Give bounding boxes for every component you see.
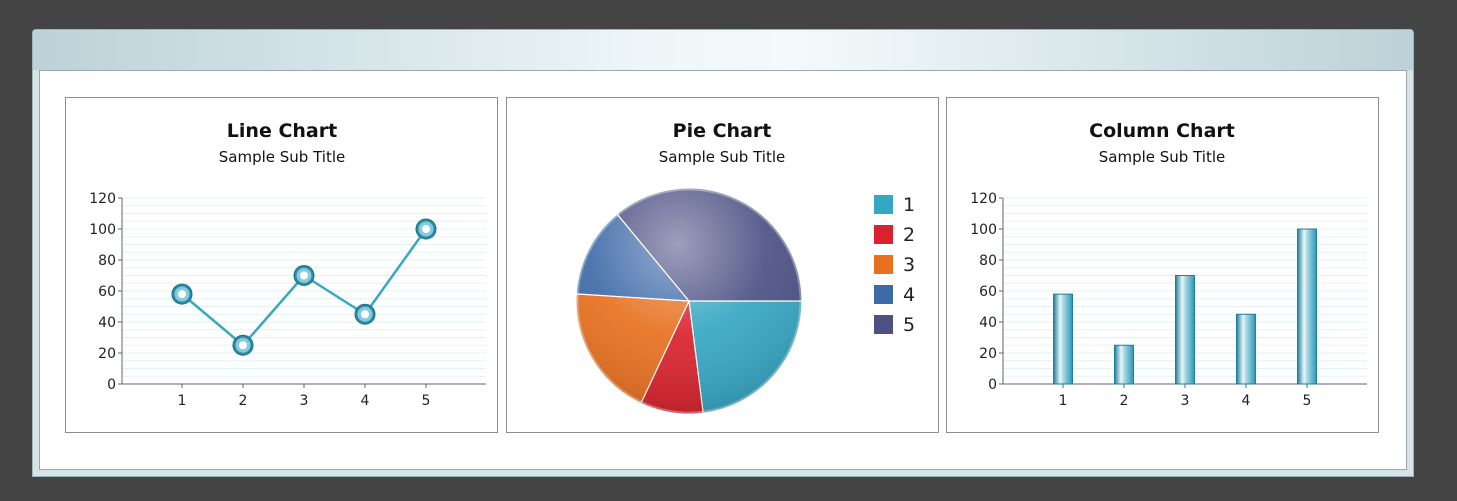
line-x-tick-label: 3 (300, 393, 309, 409)
line-data-point[interactable] (354, 303, 376, 325)
pie-chart-subtitle: Sample Sub Title (659, 148, 785, 166)
line-series-path (181, 228, 428, 347)
line-chart: Line Chart Sample Sub Title 0 20 40 60 80 100… (89, 120, 486, 409)
column-chart-subtitle: Sample Sub Title (1099, 148, 1225, 166)
column-y-tick-label: 0 (988, 377, 997, 393)
column-y-tick-label: 60 (979, 284, 997, 300)
column-y-tick-label: 40 (979, 315, 997, 331)
line-data-point[interactable] (232, 334, 254, 356)
charts-container: Line Chart Sample Sub Title 0 20 40 60 80 100… (39, 70, 1407, 470)
line-chart-panel: Line Chart Sample Sub Title 0 20 40 60 80 100… (65, 97, 498, 433)
column-x-tick-label: 1 (1059, 393, 1068, 409)
column-bar-3[interactable] (1175, 275, 1195, 385)
pie-legend-swatch (874, 225, 893, 244)
column-y-tick-label: 20 (979, 346, 997, 362)
column-y-tick-label: 80 (979, 253, 997, 269)
column-bar-1[interactable] (1053, 293, 1073, 385)
line-y-tick-label: 20 (98, 346, 116, 362)
column-chart: Column Chart Sample Sub Title 0 20 40 60 80 1… (970, 120, 1367, 409)
column-bar-2[interactable] (1114, 344, 1134, 385)
pie-legend-label: 3 (903, 254, 915, 276)
pie-legend-swatch (874, 315, 893, 334)
line-x-tick-label: 1 (178, 393, 187, 409)
column-x-tick-label: 5 (1303, 393, 1312, 409)
line-data-point[interactable] (171, 283, 193, 305)
pie-legend-swatch (874, 255, 893, 274)
column-x-tick-label: 4 (1242, 393, 1251, 409)
pie-legend-label: 5 (903, 314, 915, 336)
line-chart-title: Line Chart (227, 120, 337, 142)
line-x-tick-label: 4 (361, 393, 370, 409)
column-y-tick-label: 120 (970, 191, 997, 207)
column-y-tick-label: 100 (970, 222, 997, 238)
line-y-tick-label: 80 (98, 253, 116, 269)
line-y-tick-label: 60 (98, 284, 116, 300)
column-chart-title: Column Chart (1089, 120, 1235, 142)
line-y-tick-label: 120 (89, 191, 116, 207)
pie-legend-label: 4 (903, 284, 915, 306)
line-y-tick-label: 0 (107, 377, 116, 393)
line-y-tick-label: 100 (89, 222, 116, 238)
line-x-tick-label: 5 (422, 393, 431, 409)
pie-legend-swatch (874, 195, 893, 214)
line-chart-subtitle: Sample Sub Title (219, 148, 345, 166)
line-data-point[interactable] (293, 265, 315, 286)
chart-window: Line Chart Sample Sub Title 0 20 40 60 80 100… (32, 29, 1414, 477)
column-x-tick-label: 3 (1181, 393, 1190, 409)
pie-chart-title: Pie Chart (673, 120, 772, 142)
pie-chart: Pie Chart Sample Sub Title 1 2 3 4 5 (573, 120, 915, 417)
window-header (33, 30, 1413, 70)
column-bar-4[interactable] (1236, 313, 1256, 385)
line-x-tick-label: 2 (239, 393, 248, 409)
pie-legend-label: 2 (903, 224, 915, 246)
column-chart-panel: Column Chart Sample Sub Title 0 20 40 60 80 1… (946, 97, 1379, 433)
line-data-point[interactable] (415, 218, 437, 240)
column-bar-5[interactable] (1297, 228, 1317, 385)
pie-legend-swatch (874, 285, 893, 304)
pie-legend-label: 1 (903, 194, 915, 216)
pie-chart-panel: Pie Chart Sample Sub Title 1 2 3 4 5 (506, 97, 939, 433)
column-x-tick-label: 2 (1120, 393, 1129, 409)
line-y-tick-label: 40 (98, 315, 116, 331)
